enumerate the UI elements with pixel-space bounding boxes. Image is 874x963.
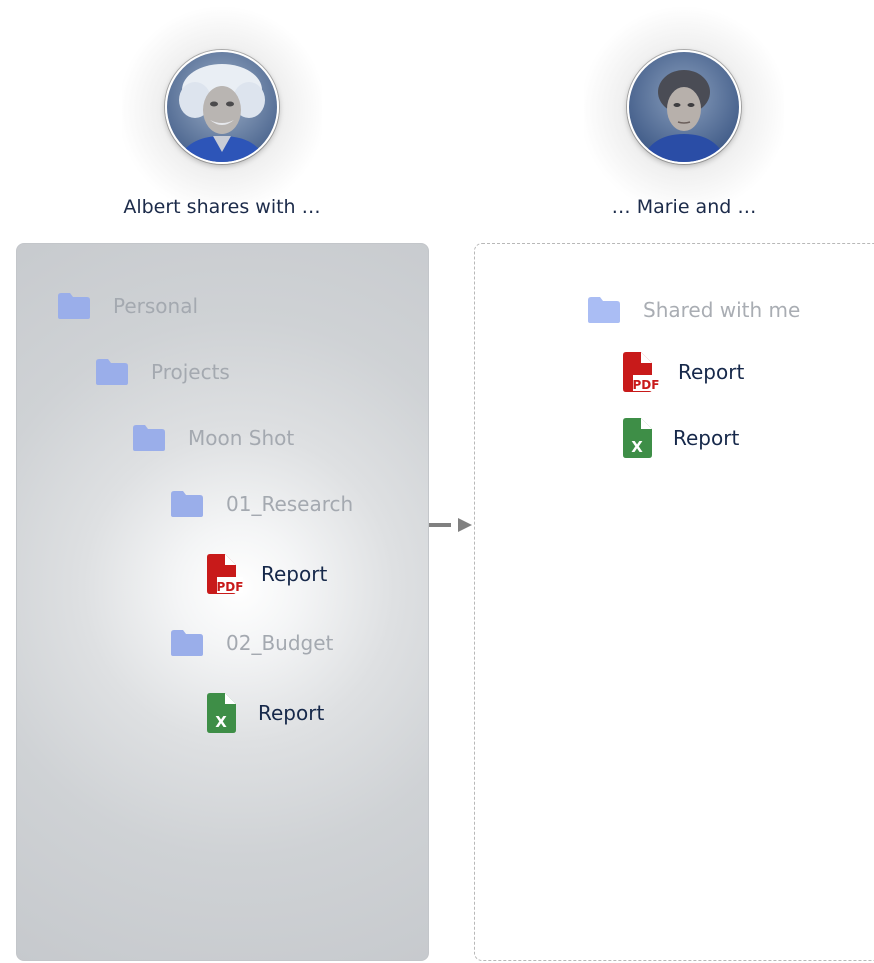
folder-shared-with-me[interactable]: Shared with me	[587, 296, 800, 324]
file-label: Report	[261, 562, 328, 586]
pdf-file-icon: PDF	[623, 352, 659, 392]
shared-file-report-pdf[interactable]: PDF Report	[621, 352, 744, 392]
sharer-albert: Albert shares with …	[72, 0, 372, 230]
shared-file-report-excel[interactable]: X Report	[621, 418, 739, 458]
folder-label: Projects	[151, 360, 230, 384]
excel-file-icon: X	[207, 693, 236, 733]
share-connector-arrow	[429, 518, 472, 532]
file-label: Report	[673, 426, 740, 450]
file-report-excel[interactable]: X Report	[205, 693, 324, 733]
folder-label: Shared with me	[643, 298, 801, 322]
marie-caption: … Marie and …	[611, 196, 757, 218]
excel-text: X	[631, 438, 643, 456]
albert-drive-panel: Personal Projects Moon Shot 01_Research …	[16, 243, 429, 961]
folder-icon	[133, 425, 165, 451]
folder-01-research[interactable]: 01_Research	[170, 490, 353, 518]
marie-portrait-icon	[629, 52, 739, 162]
albert-caption: Albert shares with …	[123, 196, 321, 218]
excel-text: X	[215, 713, 227, 731]
folder-icon	[171, 491, 203, 517]
folder-icon	[58, 293, 90, 319]
file-label: Report	[258, 701, 325, 725]
marie-shared-panel: Shared with me PDF Report X Report	[474, 243, 874, 961]
avatar-marie	[627, 50, 741, 164]
folder-label: Personal	[113, 294, 199, 318]
albert-portrait-icon	[167, 52, 277, 162]
file-label: Report	[678, 360, 745, 384]
pdf-text: PDF	[633, 378, 659, 392]
folder-label: 01_Research	[226, 492, 354, 516]
folder-projects[interactable]: Projects	[95, 358, 230, 386]
pdf-file-icon: PDF	[207, 554, 243, 594]
file-report-pdf[interactable]: PDF Report	[205, 554, 327, 594]
folder-moon-shot[interactable]: Moon Shot	[132, 424, 294, 452]
recipient-marie: … Marie and …	[534, 0, 834, 230]
folder-icon	[96, 359, 128, 385]
avatar-albert	[165, 50, 279, 164]
folder-icon	[588, 297, 620, 323]
excel-file-icon: X	[623, 418, 652, 458]
folder-icon	[171, 630, 203, 656]
folder-02-budget[interactable]: 02_Budget	[170, 629, 333, 657]
pdf-text: PDF	[217, 580, 243, 594]
folder-label: Moon Shot	[188, 426, 295, 450]
folder-personal[interactable]: Personal	[57, 292, 198, 320]
folder-label: 02_Budget	[226, 631, 334, 655]
